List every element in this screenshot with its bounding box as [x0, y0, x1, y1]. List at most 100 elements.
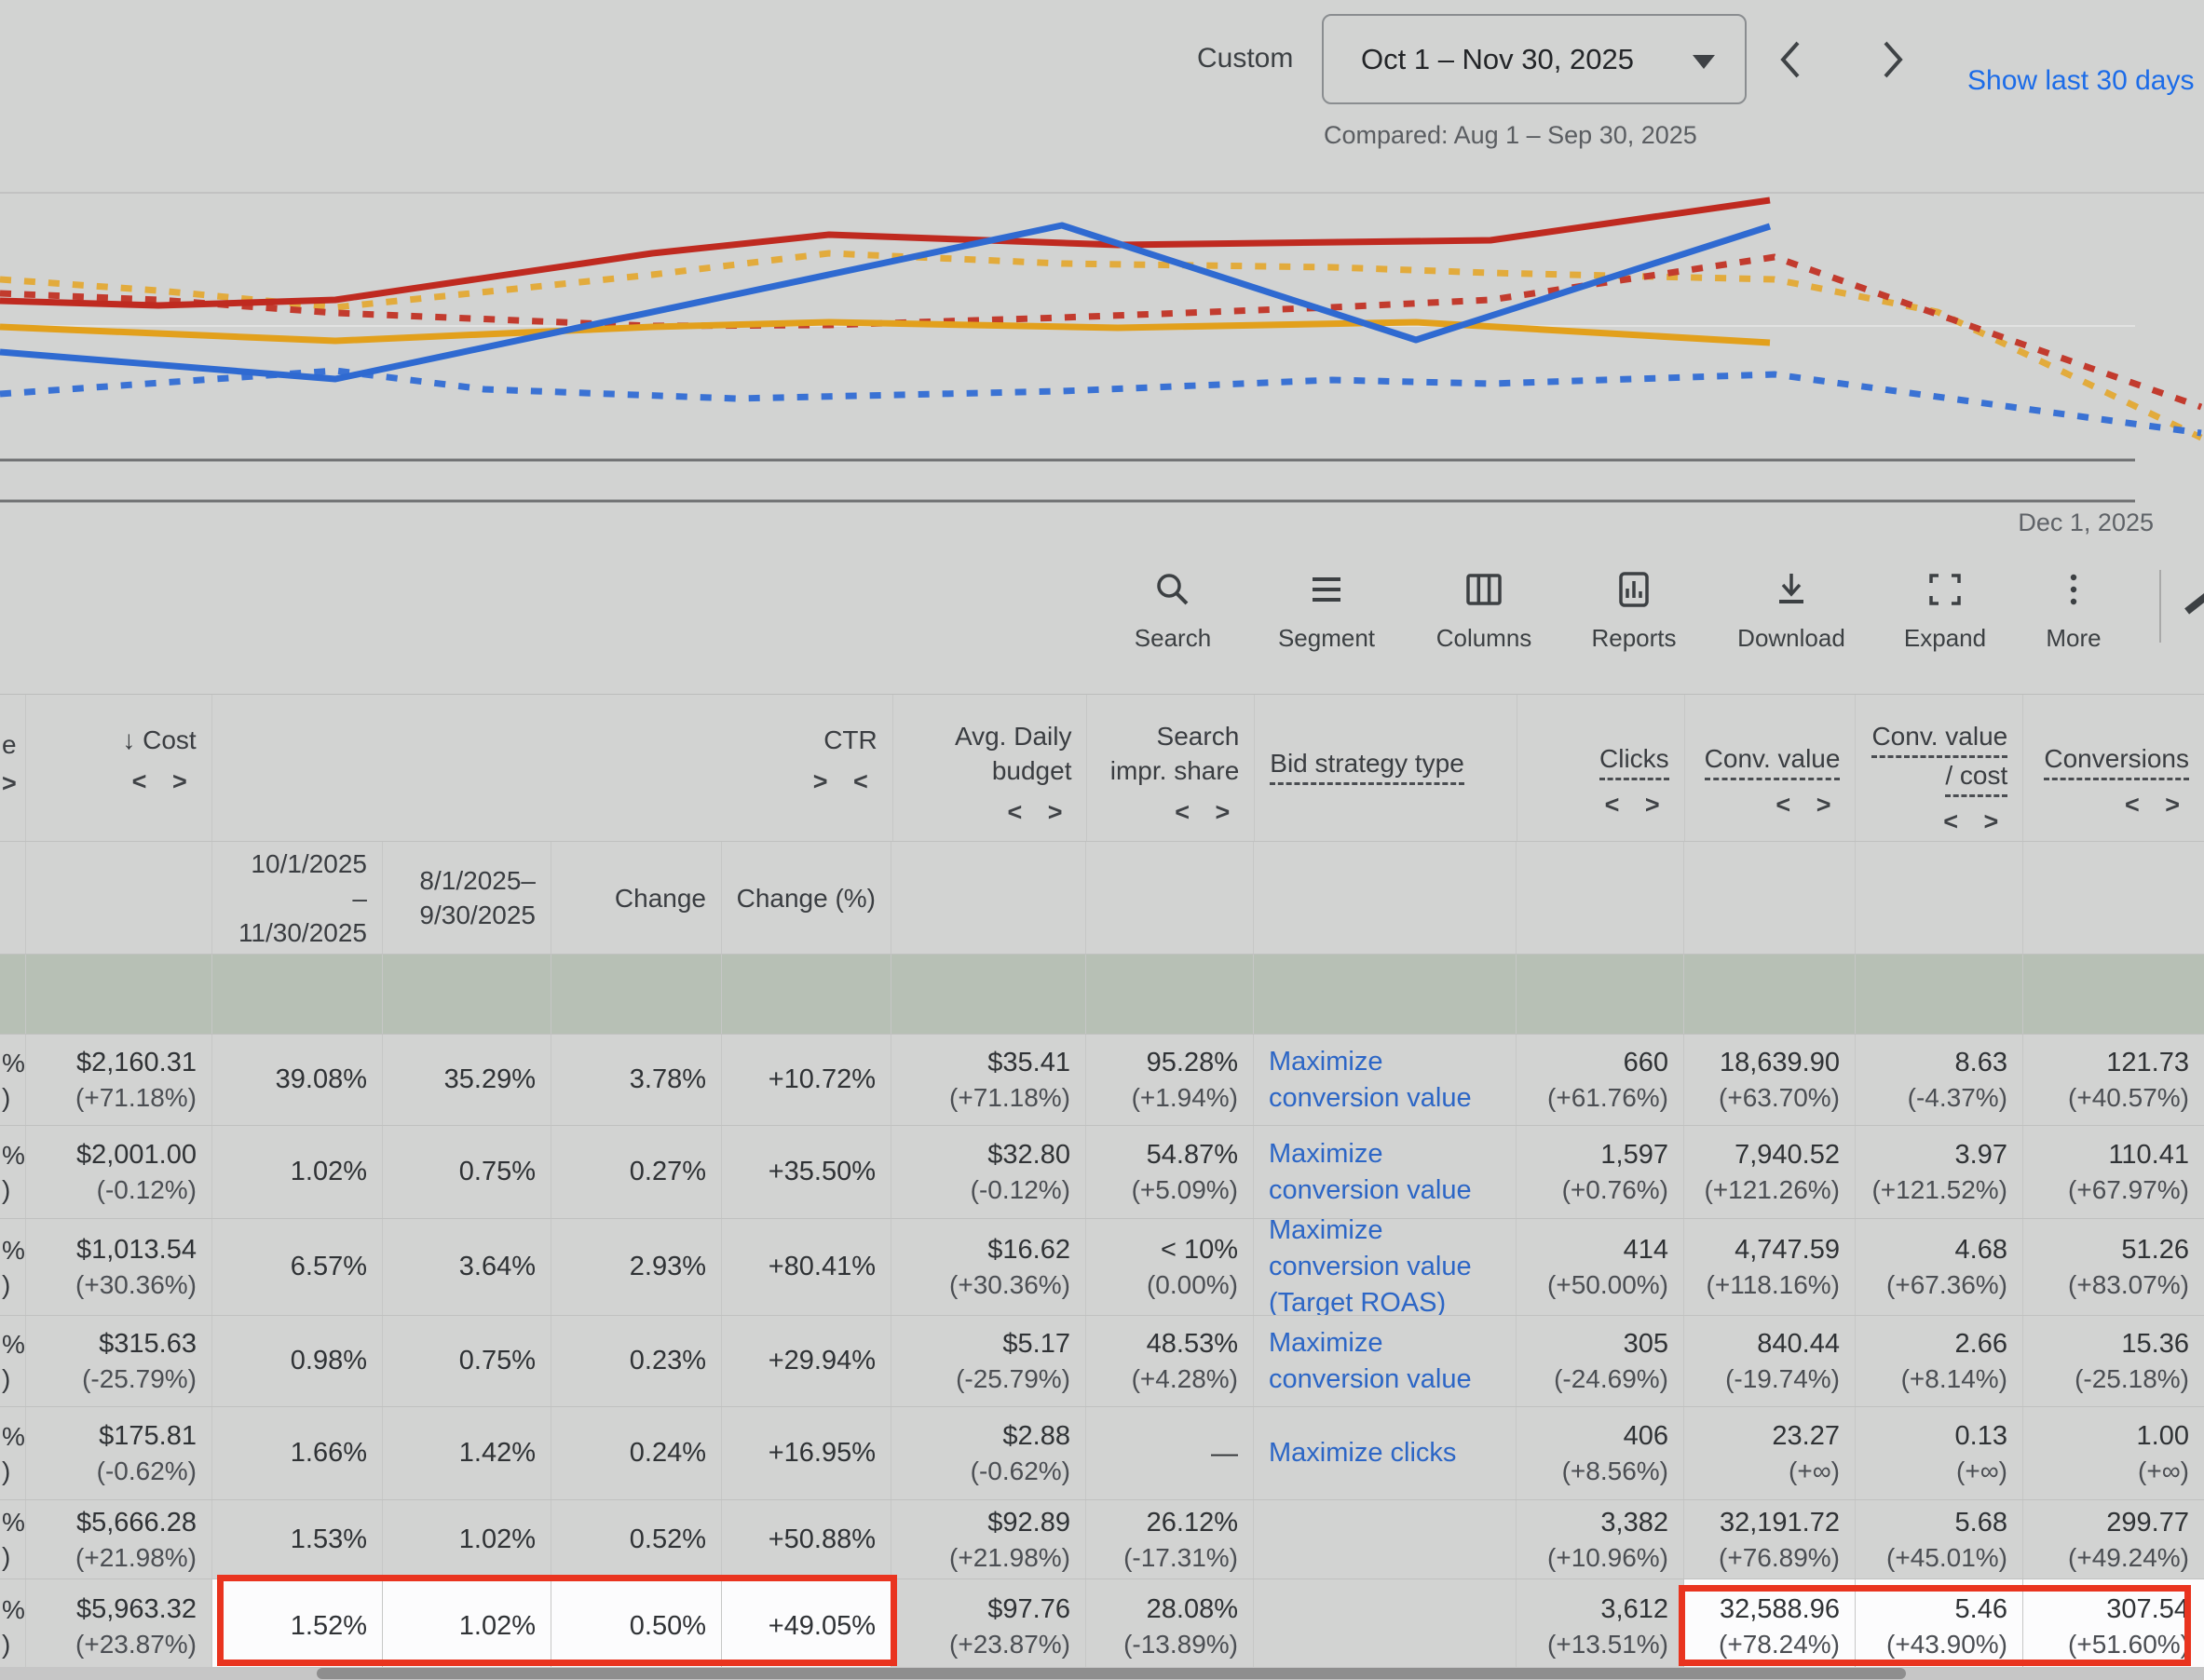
column-header-cost[interactable]: ↓ Cost< >: [26, 695, 212, 841]
cell-ctr-current: 39.08%: [212, 1035, 383, 1125]
cell-ctr-current: 6.57%: [212, 1219, 383, 1315]
cell-ctr-previous: 1.42%: [383, 1407, 551, 1499]
cell-avg-daily-budget: $32.80(-0.12%): [891, 1126, 1086, 1218]
summary-cell: [0, 955, 26, 1034]
bid-strategy-link[interactable]: Maximize conversion value (Target ROAS): [1269, 1219, 1506, 1315]
expand-columns-icon[interactable]: < >: [1605, 788, 1669, 822]
toolbar-label: Expand: [1904, 624, 1986, 653]
cell-cost: $5,666.28(+21.98%): [26, 1500, 212, 1578]
segment-icon: [1305, 568, 1348, 611]
toolbar-search-button[interactable]: Search: [1103, 568, 1243, 680]
subheader-empty: [1254, 842, 1517, 954]
cell-cost: $2,160.31(+71.18%): [26, 1035, 212, 1125]
expand-columns-icon[interactable]: < >: [2125, 788, 2189, 822]
cell-conv-value-per-cost: 5.46(+43.90%): [1856, 1579, 2023, 1673]
cell-ctr-change: 0.27%: [551, 1126, 722, 1218]
table-header-row: e>↓ Cost< >CTR> <Avg. Dailybudget< >Sear…: [0, 695, 2204, 841]
cell-ctr-change-pct: +35.50%: [722, 1126, 891, 1218]
cell-conv-value: 32,588.96(+78.24%): [1684, 1579, 1856, 1673]
campaign-table: e>↓ Cost< >CTR> <Avg. Dailybudget< >Sear…: [0, 694, 2204, 1673]
toolbar-columns-button[interactable]: Columns: [1414, 568, 1554, 680]
more-icon: [2052, 568, 2095, 611]
cell-search-impr-share: 28.08%(-13.89%): [1086, 1579, 1254, 1673]
toolbar-label: Download: [1737, 624, 1845, 653]
cell-conversions: 51.26(+83.07%): [2023, 1219, 2204, 1315]
subheader-empty: [891, 842, 1086, 954]
bid-strategy-link[interactable]: Maximize conversion value: [1269, 1044, 1506, 1117]
cell-conv-value-per-cost: 4.68(+67.36%): [1856, 1219, 2023, 1315]
cell-clicks: 3,382(+10.96%): [1517, 1500, 1684, 1578]
cell-search-impr-share: 48.53%(+4.28%): [1086, 1316, 1254, 1406]
cell-ctr-previous: 1.02%: [383, 1579, 551, 1673]
cell-clicks: 406(+8.56%): [1517, 1407, 1684, 1499]
expand-columns-icon[interactable]: < >: [1175, 795, 1239, 830]
toolbar-segment-button[interactable]: Segment: [1257, 568, 1396, 680]
reports-icon: [1612, 568, 1655, 611]
cell-conversions: 307.54(+51.60%): [2023, 1579, 2204, 1673]
summary-cell: [2023, 955, 2204, 1034]
bid-strategy-link[interactable]: Maximize conversion value: [1269, 1325, 1506, 1398]
cell-ctr-previous: 3.64%: [383, 1219, 551, 1315]
toolbar-expand-button[interactable]: Expand: [1875, 568, 2015, 680]
subheader-empty: [1684, 842, 1856, 954]
cell-cost: $2,001.00(-0.12%): [26, 1126, 212, 1218]
google-ads-campaign-screen: Custom Oct 1 – Nov 30, 2025 Show last 30…: [0, 0, 2204, 1680]
cell-bid-strategy: Maximize conversion value: [1254, 1126, 1517, 1218]
column-header-conv-value[interactable]: Conv. value< >: [1685, 695, 1857, 841]
table-row: %)$175.81(-0.62%)1.66%1.42%0.24%+16.95%$…: [0, 1406, 2204, 1499]
toolbar-divider: [2159, 570, 2161, 643]
cell-ctr-change: 0.23%: [551, 1316, 722, 1406]
cell-ctr-change-pct: +16.95%: [722, 1407, 891, 1499]
cell-ctr-current: 1.02%: [212, 1126, 383, 1218]
expand-columns-icon[interactable]: < >: [132, 765, 197, 799]
expand-columns-icon[interactable]: < >: [1943, 805, 2007, 839]
toolbar-download-button[interactable]: Download: [1721, 568, 1861, 680]
subheader-empty: [1517, 842, 1684, 954]
column-header-avg-daily-budget[interactable]: Avg. Dailybudget< >: [893, 695, 1088, 841]
table-row: %)$2,160.31(+71.18%)39.08%35.29%3.78%+10…: [0, 1034, 2204, 1125]
subheader-previous-period: 8/1/2025–9/30/2025: [383, 842, 551, 954]
cell-clicks: 660(+61.76%): [1517, 1035, 1684, 1125]
collapse-columns-icon[interactable]: > <: [813, 765, 878, 799]
column-header-ctr[interactable]: CTR> <: [212, 695, 893, 841]
cell-search-impr-share: —: [1086, 1407, 1254, 1499]
summary-cell: [383, 955, 551, 1034]
column-header-clicks[interactable]: Clicks< >: [1517, 695, 1685, 841]
table-row: %)$315.63(-25.79%)0.98%0.75%0.23%+29.94%…: [0, 1315, 2204, 1406]
table-row: %)$5,666.28(+21.98%)1.53%1.02%0.52%+50.8…: [0, 1499, 2204, 1578]
cell-bid-strategy: Maximize conversion value: [1254, 1316, 1517, 1406]
chart-series-red-current-period: [0, 200, 1770, 305]
cell-clicks: 1,597(+0.76%): [1517, 1126, 1684, 1218]
horizontal-scrollbar-thumb[interactable]: [317, 1668, 1906, 1679]
cell-conv-value-per-cost: 8.63(-4.37%): [1856, 1035, 2023, 1125]
cell-conv-value: 4,747.59(+118.16%): [1684, 1219, 1856, 1315]
cell-ctr-current: 1.53%: [212, 1500, 383, 1578]
toolbar-reports-button[interactable]: Reports: [1564, 568, 1704, 680]
summary-cell: [1856, 955, 2023, 1034]
summary-cell: [212, 955, 383, 1034]
column-header-conversions[interactable]: Conversions< >: [2023, 695, 2204, 841]
cell-avg-daily-budget: $97.76(+23.87%): [891, 1579, 1086, 1673]
summary-cell: [722, 955, 891, 1034]
cell-bid-strategy: [1254, 1579, 1517, 1673]
subheader-current-period: 10/1/2025–11/30/2025: [212, 842, 383, 954]
table-row: %)$5,963.32(+23.87%)1.52%1.02%0.50%+49.0…: [0, 1578, 2204, 1673]
cut-column-fragment: %): [0, 1500, 26, 1578]
subheader-empty: [0, 842, 26, 954]
summary-cell: [1684, 955, 1856, 1034]
column-header-conv-value-per-cost[interactable]: Conv. value/ cost< >: [1856, 695, 2023, 841]
cell-ctr-change: 3.78%: [551, 1035, 722, 1125]
column-header-search-impr-share[interactable]: Searchimpr. share< >: [1087, 695, 1255, 841]
columns-icon: [1463, 568, 1505, 611]
cut-column-fragment: %): [0, 1126, 26, 1218]
toolbar-label: Search: [1135, 624, 1211, 653]
pencil-icon[interactable]: [2184, 589, 2204, 614]
cell-ctr-change-pct: +29.94%: [722, 1316, 891, 1406]
cell-ctr-change: 0.52%: [551, 1500, 722, 1578]
column-header-bid-strategy-type[interactable]: Bid strategy type: [1255, 695, 1517, 841]
toolbar-more-button[interactable]: More: [2004, 568, 2143, 680]
expand-columns-icon[interactable]: < >: [1775, 788, 1840, 822]
bid-strategy-link[interactable]: Maximize conversion value: [1269, 1136, 1506, 1209]
expand-columns-icon[interactable]: < >: [1007, 795, 1071, 830]
bid-strategy-link[interactable]: Maximize clicks: [1269, 1435, 1506, 1471]
